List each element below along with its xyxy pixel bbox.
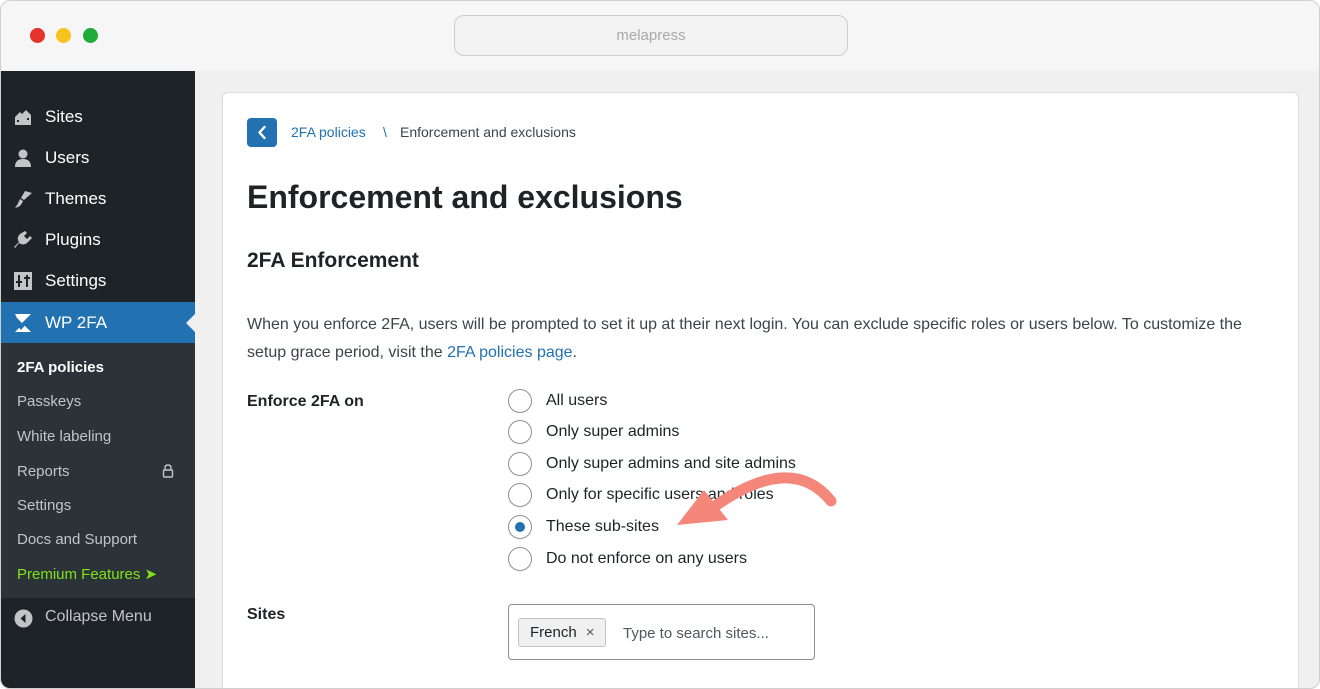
sidebar-item-label: WP 2FA bbox=[45, 312, 108, 332]
plugins-icon bbox=[14, 231, 32, 248]
sidebar-item-label: Plugins bbox=[45, 229, 101, 249]
submenu-item-2fa-policies[interactable]: 2FA policies bbox=[17, 359, 104, 376]
collapse-menu-label: Collapse Menu bbox=[45, 608, 152, 625]
radio-button[interactable] bbox=[508, 483, 532, 507]
radio-button[interactable] bbox=[508, 420, 532, 444]
radio-label: These sub-sites bbox=[546, 518, 659, 535]
sites-search-input[interactable] bbox=[623, 620, 808, 646]
description-end: . bbox=[572, 344, 577, 361]
settings-card: 2FA policies \ Enforcement and exclusion… bbox=[222, 92, 1299, 688]
radio-label: Only super admins and site admins bbox=[546, 455, 796, 472]
section-title: 2FA Enforcement bbox=[247, 249, 419, 272]
page-title: Enforcement and exclusions bbox=[247, 179, 683, 215]
site-tag-label: French bbox=[530, 624, 577, 641]
maximize-window-button[interactable] bbox=[83, 28, 98, 43]
radio-option-do-not-enforce[interactable]: Do not enforce on any users bbox=[508, 546, 747, 572]
radio-label: Only super admins bbox=[546, 423, 680, 440]
submenu-item-passkeys[interactable]: Passkeys bbox=[17, 393, 81, 410]
radio-option-these-sub-sites[interactable]: These sub-sites bbox=[508, 514, 659, 540]
wp2fa-icon bbox=[15, 314, 31, 332]
submenu-item-white-labeling[interactable]: White labeling bbox=[17, 428, 111, 445]
2fa-policies-page-link[interactable]: 2FA policies page bbox=[447, 344, 572, 361]
sites-selector[interactable]: French × bbox=[508, 604, 815, 660]
radio-option-super-admins[interactable]: Only super admins bbox=[508, 419, 679, 445]
breadcrumb-link-2fa-policies[interactable]: 2FA policies bbox=[291, 124, 366, 140]
radio-label: Only for specific users and roles bbox=[546, 486, 774, 503]
radio-button[interactable] bbox=[508, 547, 532, 571]
sidebar-item-label: Sites bbox=[45, 106, 83, 126]
close-window-button[interactable] bbox=[30, 28, 45, 43]
submenu-item-docs-support[interactable]: Docs and Support bbox=[17, 531, 137, 548]
sidebar-item-label: Settings bbox=[45, 270, 107, 290]
site-tag: French × bbox=[518, 618, 607, 647]
minimize-window-button[interactable] bbox=[56, 28, 71, 43]
radio-button[interactable] bbox=[508, 452, 532, 476]
submenu-item-settings[interactable]: Settings bbox=[17, 497, 71, 514]
sidebar-item-users[interactable]: Users bbox=[1, 137, 195, 178]
radio-option-super-and-site-admins[interactable]: Only super admins and site admins bbox=[508, 451, 796, 477]
sidebar-item-label: Users bbox=[45, 147, 90, 167]
sidebar-item-themes[interactable]: Themes bbox=[1, 178, 195, 219]
breadcrumb-separator: \ bbox=[383, 124, 387, 140]
chevron-left-icon bbox=[258, 125, 266, 140]
submenu-item-reports[interactable]: Reports bbox=[17, 463, 70, 480]
enforcement-description: When you enforce 2FA, users will be prom… bbox=[247, 311, 1257, 367]
collapse-menu-button[interactable]: Collapse Menu bbox=[1, 598, 195, 638]
sidebar-item-plugins[interactable]: Plugins bbox=[1, 219, 195, 260]
browser-window: melapress Sites Users Themes Plugins Set… bbox=[0, 0, 1320, 689]
description-text: When you enforce 2FA, users will be prom… bbox=[247, 316, 1242, 361]
radio-button-selected[interactable] bbox=[508, 515, 532, 539]
sidebar-item-sites[interactable]: Sites bbox=[1, 96, 195, 137]
sites-label: Sites bbox=[247, 606, 286, 623]
breadcrumb-current: Enforcement and exclusions bbox=[400, 124, 576, 140]
sidebar-item-wp-2fa[interactable]: WP 2FA bbox=[1, 302, 195, 343]
radio-option-specific-users-roles[interactable]: Only for specific users and roles bbox=[508, 482, 774, 508]
settings-icon bbox=[14, 272, 32, 290]
radio-label: All users bbox=[546, 392, 608, 409]
radio-label: Do not enforce on any users bbox=[546, 550, 748, 567]
sites-icon bbox=[15, 110, 31, 125]
wp-2fa-submenu: 2FA policies Passkeys White labeling Rep… bbox=[1, 343, 195, 598]
sidebar-item-settings[interactable]: Settings bbox=[1, 260, 195, 301]
enforce-2fa-label: Enforce 2FA on bbox=[247, 393, 364, 410]
users-icon bbox=[15, 149, 31, 167]
admin-sidebar: Sites Users Themes Plugins Settings WP 2… bbox=[1, 71, 195, 688]
submenu-item-premium-features[interactable]: Premium Features ➤ bbox=[17, 565, 157, 583]
sidebar-item-label: Themes bbox=[45, 188, 107, 208]
lock-icon bbox=[162, 464, 174, 478]
radio-option-all-users[interactable]: All users bbox=[508, 388, 607, 414]
browser-titlebar: melapress bbox=[1, 1, 1319, 71]
address-bar[interactable]: melapress bbox=[454, 15, 848, 56]
address-text: melapress bbox=[616, 27, 686, 44]
collapse-icon bbox=[14, 609, 33, 628]
themes-icon bbox=[15, 191, 32, 208]
remove-tag-icon[interactable]: × bbox=[586, 624, 595, 641]
back-button[interactable] bbox=[247, 118, 277, 147]
radio-button[interactable] bbox=[508, 389, 532, 413]
